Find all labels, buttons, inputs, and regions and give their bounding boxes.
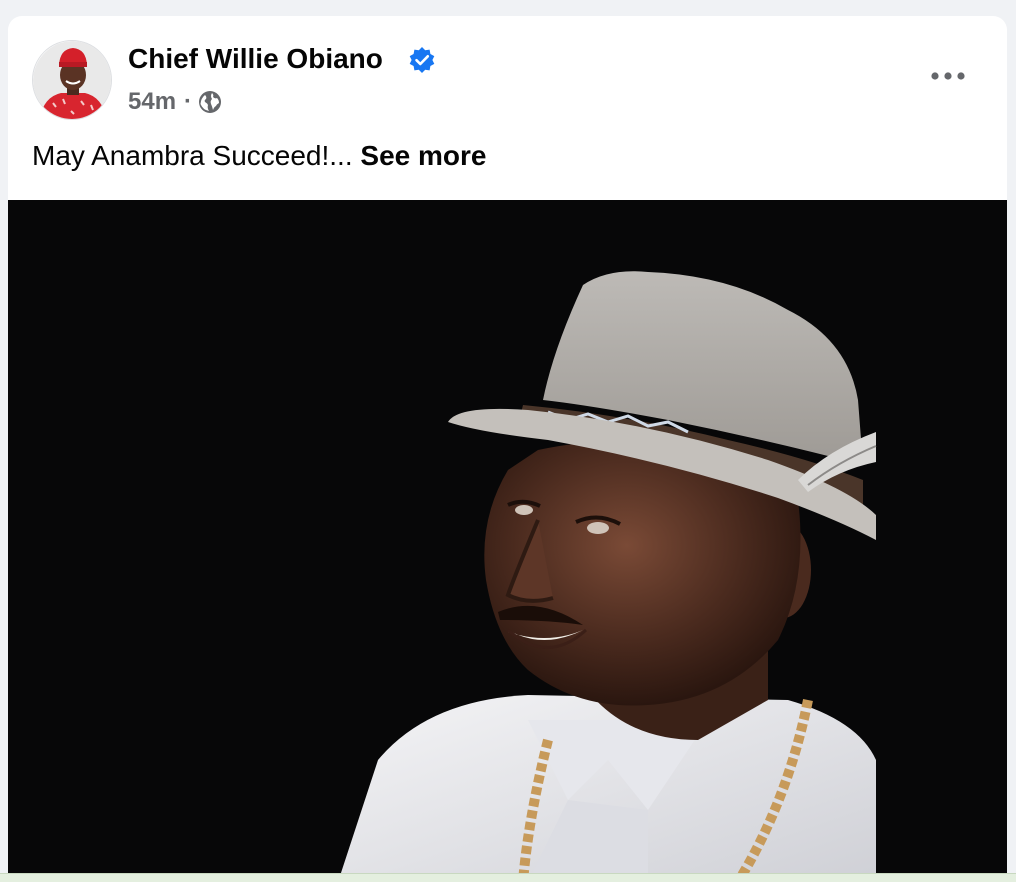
post-card: Chief Willie Obiano 54m · May Anambra Su… (8, 16, 1007, 882)
globe-icon[interactable] (198, 90, 222, 114)
post-photo[interactable] (8, 200, 1007, 882)
bottom-strip (0, 873, 1016, 882)
see-more-link[interactable]: See more (360, 140, 486, 171)
author-avatar[interactable] (32, 40, 112, 120)
post-text-content: May Anambra Succeed!... (32, 140, 353, 171)
more-horizontal-icon (931, 72, 965, 80)
verified-badge-icon (408, 46, 436, 74)
portrait-photo (8, 200, 1007, 882)
post-timestamp[interactable]: 54m (128, 88, 176, 116)
post-text: May Anambra Succeed!... See more (32, 140, 486, 172)
meta-separator: · (184, 88, 193, 115)
more-options-button[interactable] (924, 60, 972, 92)
post-meta: 54m · (128, 88, 222, 116)
author-name[interactable]: Chief Willie Obiano (128, 43, 383, 75)
avatar-image (33, 41, 111, 119)
